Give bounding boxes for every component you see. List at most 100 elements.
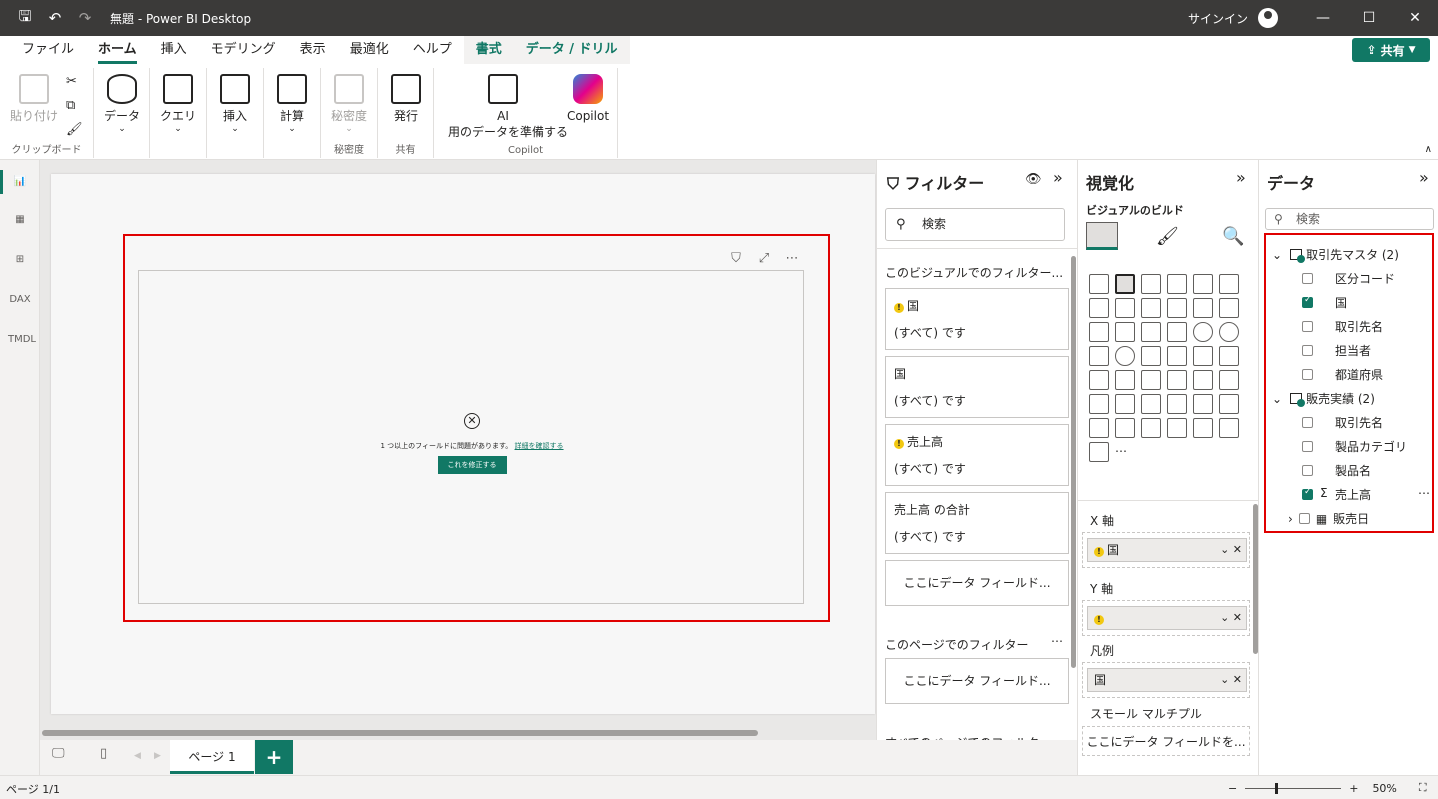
fix-button[interactable]: これを修正する — [437, 456, 507, 474]
field-pill[interactable]: ! ⌄ ✕ — [1087, 606, 1247, 630]
horizontal-scrollbar[interactable] — [42, 730, 758, 736]
funnel-icon[interactable] — [1141, 322, 1161, 342]
checkbox[interactable] — [1302, 417, 1313, 428]
minimize-icon[interactable]: — — [1300, 10, 1346, 26]
filter-icon[interactable]: ⛉ — [724, 249, 748, 269]
line-clustered-icon[interactable] — [1219, 298, 1239, 318]
more-visuals-icon[interactable]: ⋯ — [1115, 444, 1135, 458]
field-item[interactable]: 取引先名 — [1302, 318, 1383, 335]
line-column-icon[interactable] — [1193, 298, 1213, 318]
arcgis-icon[interactable] — [1193, 418, 1213, 438]
copilot-button[interactable]: Copilot — [560, 68, 616, 124]
details-link[interactable]: 詳細を確認する — [515, 442, 564, 450]
desktop-layout-icon[interactable]: 🖵 — [52, 746, 65, 761]
legend-well[interactable]: 国 ⌄ ✕ — [1082, 662, 1250, 698]
tab-format[interactable]: 書式 — [463, 36, 514, 64]
chevron-right-icon[interactable]: › — [1288, 512, 1293, 526]
table-view-icon[interactable]: ▦ — [8, 208, 32, 232]
zoom-slider[interactable] — [1245, 782, 1342, 794]
ribbon-chart-icon[interactable] — [1089, 322, 1109, 342]
zoom-in-icon[interactable]: + — [1349, 782, 1358, 795]
copy-icon[interactable]: ⧉ — [66, 98, 75, 113]
checkbox[interactable] — [1298, 513, 1310, 524]
filter-drop-zone[interactable]: ここにデータ フィールド... — [885, 560, 1069, 606]
filter-card[interactable]: 国 (すべて) です — [885, 356, 1069, 418]
add-page-button[interactable]: + — [255, 740, 293, 774]
card-icon[interactable] — [1089, 370, 1109, 390]
more-options-icon[interactable]: ⋯ — [1051, 634, 1063, 648]
collapse-pane-icon[interactable]: » — [1053, 168, 1063, 187]
checkbox[interactable] — [1302, 369, 1313, 380]
field-pill[interactable]: ! 国 ⌄ ✕ — [1087, 538, 1247, 562]
paste-button[interactable]: 貼り付け — [6, 68, 62, 124]
paginated-report-icon[interactable] — [1219, 394, 1239, 414]
format-painter-icon[interactable]: 🖌 — [66, 122, 83, 137]
data-button[interactable]: データ ⌄ — [94, 68, 150, 134]
field-item[interactable]: 国 — [1302, 294, 1347, 311]
page-tab[interactable]: ページ 1 — [170, 740, 254, 774]
undo-icon[interactable]: ↶ — [40, 9, 70, 27]
goals-icon[interactable] — [1193, 394, 1213, 414]
filter-search-input[interactable]: ⚲ 検索 — [885, 208, 1065, 241]
focus-mode-icon[interactable]: ⤢ — [752, 249, 776, 269]
table-icon[interactable] — [1167, 370, 1187, 390]
redo-icon[interactable]: ↷ — [70, 9, 100, 27]
fit-page-icon[interactable]: ⛶ — [1419, 781, 1427, 795]
share-button[interactable]: ⇪ 共有 ▼ — [1352, 38, 1430, 62]
next-page-icon[interactable]: ▶ — [154, 751, 161, 761]
python-visual-icon[interactable] — [1089, 394, 1109, 414]
table-node[interactable]: ⌄ 取引先マスタ (2) — [1272, 246, 1399, 263]
chevron-down-icon[interactable]: ⌄ — [1272, 392, 1282, 406]
tab-help[interactable]: ヘルプ — [401, 36, 464, 64]
field-item[interactable]: 取引先名 — [1302, 414, 1383, 431]
prev-page-icon[interactable]: ◀ — [134, 751, 141, 761]
tab-modeling[interactable]: モデリング — [199, 36, 288, 64]
close-icon[interactable]: ✕ — [1392, 10, 1438, 26]
power-automate-icon[interactable] — [1115, 418, 1135, 438]
maximize-icon[interactable]: ☐ — [1346, 10, 1392, 26]
checkbox[interactable] — [1302, 487, 1313, 500]
scatter-icon[interactable] — [1167, 322, 1187, 342]
checkbox[interactable] — [1302, 273, 1313, 284]
field-item[interactable]: › ▦ 販売日 — [1288, 510, 1369, 527]
x-axis-well[interactable]: ! 国 ⌄ ✕ — [1082, 532, 1250, 568]
decomposition-tree-icon[interactable] — [1141, 394, 1161, 414]
insert-button[interactable]: 挿入 ⌄ — [207, 68, 263, 134]
save-icon[interactable]: 🖫 — [10, 6, 40, 31]
format-visual-icon[interactable]: 🖌 — [1156, 226, 1179, 247]
collapse-pane-icon[interactable]: » — [1419, 168, 1429, 187]
slicer-icon[interactable] — [1141, 370, 1161, 390]
checkbox[interactable] — [1302, 295, 1313, 308]
field-item[interactable]: 区分コード — [1302, 270, 1395, 287]
100-area-icon[interactable] — [1167, 298, 1187, 318]
remove-icon[interactable]: ✕ — [1233, 673, 1242, 686]
treemap-icon[interactable] — [1089, 346, 1109, 366]
visual-container[interactable]: ✕ 1 つ以上のフィールドに問題があります。 詳細を確認する これを修正する — [138, 270, 804, 604]
tab-home[interactable]: ホーム — [86, 36, 149, 64]
100-bar-icon[interactable] — [1193, 274, 1213, 294]
tab-optimize[interactable]: 最適化 — [338, 36, 401, 64]
tab-view[interactable]: 表示 — [288, 36, 338, 64]
shape-map-icon[interactable] — [1167, 346, 1187, 366]
chevron-down-icon[interactable]: ⌄ — [1220, 673, 1229, 686]
waterfall-icon[interactable] — [1115, 322, 1135, 342]
filter-card[interactable]: 売上高 の合計 (すべて) です — [885, 492, 1069, 554]
publish-button[interactable]: 発行 — [378, 68, 434, 124]
chevron-down-icon[interactable]: ⌄ — [1220, 543, 1229, 556]
checkbox[interactable] — [1302, 465, 1313, 476]
more-options-icon[interactable]: ⋯ — [780, 249, 804, 269]
filter-card[interactable]: ! 売上高 (すべて) です — [885, 424, 1069, 486]
analytics-icon[interactable]: 🔍 — [1222, 226, 1244, 247]
cut-icon[interactable]: ✂ — [66, 74, 77, 89]
azure-map-icon[interactable] — [1193, 346, 1213, 366]
checkbox[interactable] — [1302, 345, 1313, 356]
filter-card[interactable]: ! 国 (すべて) です — [885, 288, 1069, 350]
100-column-icon[interactable] — [1219, 274, 1239, 294]
dax-view-icon[interactable]: DAX — [8, 288, 32, 312]
map-icon[interactable] — [1115, 346, 1135, 366]
filter-scrollbar[interactable] — [1071, 256, 1076, 668]
ai-prep-button[interactable]: AI 用のデータを準備する — [448, 68, 568, 140]
chevron-down-icon[interactable]: ⌄ — [1272, 248, 1282, 262]
gauge-icon[interactable] — [1219, 346, 1239, 366]
clustered-column-icon[interactable] — [1167, 274, 1187, 294]
